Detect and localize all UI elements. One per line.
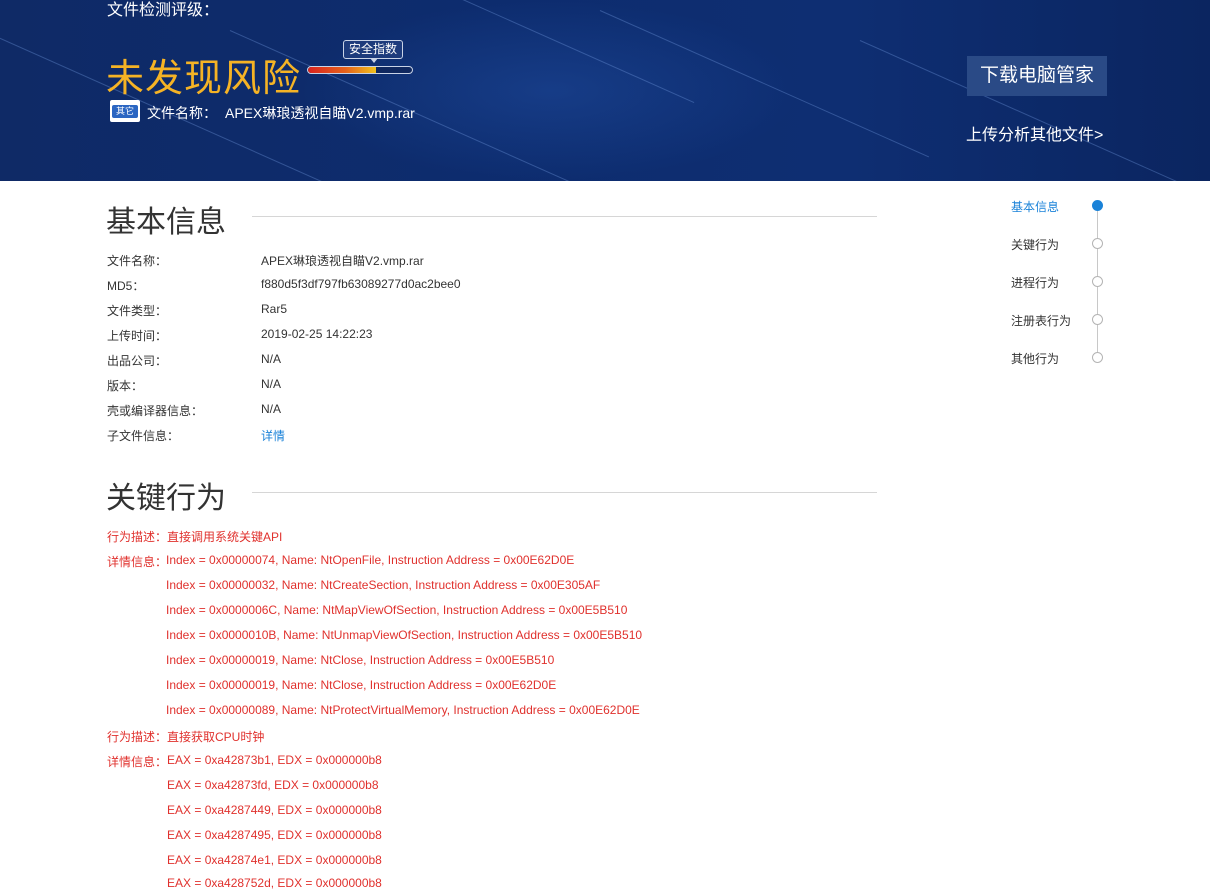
nav-item-basic-info[interactable]: 基本信息 — [1011, 196, 1111, 214]
behavior-detail-line: Index = 0x0000010B, Name: NtUnmapViewOfS… — [166, 628, 643, 642]
nav-item-process-behavior[interactable]: 进程行为 — [1011, 272, 1111, 290]
info-key: 壳或编译器信息： — [107, 404, 204, 418]
section-divider — [252, 492, 877, 493]
nav-dot-icon — [1092, 352, 1103, 363]
behavior-detail-line: Index = 0x0000006C, Name: NtMapViewOfSec… — [166, 603, 628, 617]
info-key: MD5： — [107, 279, 145, 293]
nav-item-label: 关键行为 — [1011, 238, 1060, 252]
info-value: Rar5 — [261, 302, 288, 316]
behavior-desc-value: 直接调用系统关键API — [167, 530, 283, 544]
behavior-desc-value: 直接获取CPU时钟 — [167, 730, 265, 744]
info-key: 子文件信息： — [107, 429, 180, 443]
behavior-description: 行为描述：直接获取CPU时钟 — [107, 728, 264, 745]
info-value: N/A — [261, 377, 282, 391]
nav-dot-icon — [1092, 276, 1103, 287]
header-banner: 文件检测评级： 未发现风险 安全指数 其它 文件名称： APEX琳琅透视自瞄V2.… — [0, 0, 1210, 181]
nav-dot-icon — [1092, 238, 1103, 249]
info-value: N/A — [261, 352, 282, 366]
behavior-detail-line: EAX = 0xa428752d, EDX = 0x000000b8 — [167, 876, 382, 890]
evaluation-label: 文件检测评级： — [107, 2, 220, 19]
behavior-detail-line: EAX = 0xa4287495, EDX = 0x000000b8 — [167, 828, 382, 842]
behavior-detail-line: EAX = 0xa42874e1, EDX = 0x000000b8 — [167, 853, 382, 867]
file-type-icon: 其它 — [110, 100, 140, 122]
file-name-value: APEX琳琅透视自瞄V2.vmp.rar — [225, 105, 415, 121]
behavior-detail-line: EAX = 0xa42873fd, EDX = 0x000000b8 — [167, 778, 379, 792]
nav-item-key-behavior[interactable]: 关键行为 — [1011, 234, 1111, 252]
file-name-label: 文件名称： — [147, 105, 217, 121]
info-key: 上传时间： — [107, 329, 168, 343]
risk-rating-title: 未发现风险 — [106, 58, 302, 100]
side-section-nav: 基本信息 关键行为 进程行为 注册表行为 其他行为 — [1011, 196, 1111, 366]
banner-glow — [300, 0, 800, 181]
upload-other-file-link[interactable]: 上传分析其他文件> — [966, 121, 1103, 145]
file-type-icon-label: 其它 — [112, 105, 138, 118]
behavior-detail-line: EAX = 0xa4287449, EDX = 0x000000b8 — [167, 803, 382, 817]
behavior-detail-line: Index = 0x00000089, Name: NtProtectVirtu… — [166, 703, 640, 717]
key-behavior-title: 关键行为 — [106, 482, 226, 515]
nav-dot-icon — [1092, 200, 1103, 211]
safety-index-bar — [307, 66, 413, 74]
safety-index-fill — [308, 67, 376, 73]
info-value: APEX琳琅透视自瞄V2.vmp.rar — [261, 254, 424, 268]
info-value: N/A — [261, 402, 282, 416]
file-name-line: 文件名称： APEX琳琅透视自瞄V2.vmp.rar — [147, 103, 415, 123]
basic-info-title: 基本信息 — [106, 206, 226, 239]
nav-dot-icon — [1092, 314, 1103, 325]
info-key: 出品公司： — [107, 354, 168, 368]
download-pc-manager-button[interactable]: 下载电脑管家 — [967, 56, 1107, 96]
behavior-detail-label: 详情信息： — [107, 555, 168, 569]
info-key: 版本： — [107, 379, 144, 393]
nav-item-registry-behavior[interactable]: 注册表行为 — [1011, 310, 1111, 328]
nav-item-label: 其他行为 — [1011, 352, 1060, 366]
info-key: 文件名称： — [107, 254, 168, 268]
behavior-detail-line: Index = 0x00000019, Name: NtClose, Instr… — [166, 653, 555, 667]
nav-item-label: 注册表行为 — [1011, 314, 1072, 328]
behavior-detail-label: 详情信息： — [107, 755, 168, 769]
behavior-detail-line: Index = 0x00000019, Name: NtClose, Instr… — [166, 678, 557, 692]
behavior-detail-line: Index = 0x00000074, Name: NtOpenFile, In… — [166, 553, 575, 567]
behavior-desc-label: 行为描述： — [107, 730, 168, 744]
behavior-detail-line: Index = 0x00000032, Name: NtCreateSectio… — [166, 578, 601, 592]
nav-item-other-behavior[interactable]: 其他行为 — [1011, 348, 1111, 366]
info-value: f880d5f3df797fb63089277d0ac2bee0 — [261, 277, 461, 291]
safety-index-tag: 安全指数 — [343, 40, 404, 63]
info-value: 2019-02-25 14:22:23 — [261, 327, 373, 341]
section-divider — [252, 216, 877, 217]
info-key: 文件类型： — [107, 304, 168, 318]
behavior-description: 行为描述：直接调用系统关键API — [107, 528, 282, 545]
nav-item-label: 进程行为 — [1011, 276, 1060, 290]
nav-item-label: 基本信息 — [1011, 200, 1060, 214]
behavior-desc-label: 行为描述： — [107, 530, 168, 544]
behavior-detail-line: EAX = 0xa42873b1, EDX = 0x000000b8 — [167, 753, 382, 767]
subfile-details-link[interactable]: 详情 — [261, 427, 285, 444]
